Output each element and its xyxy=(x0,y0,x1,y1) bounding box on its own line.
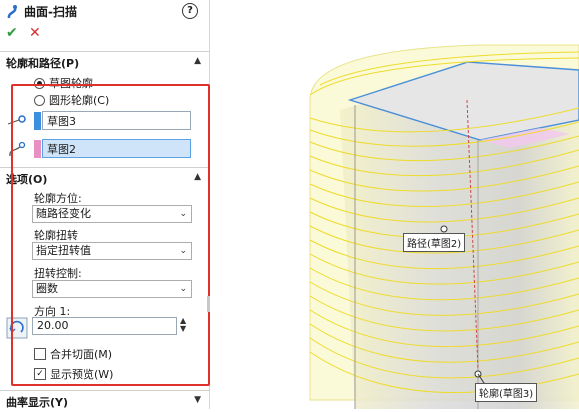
twist-control-dropdown[interactable]: 圈数 ⌄ xyxy=(32,280,192,298)
chevron-down-icon[interactable]: ⌄ xyxy=(179,281,187,297)
profile-callout-label[interactable]: 轮廓(草图3) xyxy=(475,383,538,402)
separator xyxy=(0,390,209,391)
checkbox-box[interactable] xyxy=(34,348,46,360)
section-header-options[interactable]: 选项(O) ▲ xyxy=(0,169,209,189)
chevron-down-icon[interactable]: ⌄ xyxy=(179,206,187,222)
spinner-down-icon[interactable]: ▼ xyxy=(180,325,186,333)
graphics-viewport[interactable]: 路径(草图2) 轮廓(草图3) xyxy=(210,0,579,409)
dropdown-value: 圈数 xyxy=(36,282,58,295)
radio-dot[interactable] xyxy=(34,77,45,89)
dropdown-value: 随路径变化 xyxy=(36,207,91,220)
radio-dot[interactable] xyxy=(34,94,45,106)
path-callout-label[interactable]: 路径(草图2) xyxy=(403,233,466,252)
merge-faces-checkbox[interactable]: 合并切面(M) xyxy=(34,346,112,362)
section-header-curvature[interactable]: 曲率显示(Y) ▼ xyxy=(0,392,209,412)
path-selection-field[interactable]: 草图2 xyxy=(42,139,191,158)
chevron-up-icon[interactable]: ▲ xyxy=(194,172,201,182)
section-title: 选项(O) xyxy=(6,173,48,186)
direction-value-field[interactable]: 20.00 xyxy=(32,317,177,335)
help-icon[interactable]: ? xyxy=(182,3,198,19)
sketch-profile-radio[interactable]: 草图轮廓 xyxy=(34,75,93,91)
checkbox-label: 显示预览(W) xyxy=(50,368,114,381)
circular-profile-radio[interactable]: 圆形轮廓(C) xyxy=(34,92,109,108)
ok-button[interactable]: ✔ xyxy=(6,25,18,41)
twist-dropdown[interactable]: 指定扭转值 ⌄ xyxy=(32,242,192,260)
radio-label: 草图轮廓 xyxy=(49,77,93,90)
path-selector-icon xyxy=(9,141,26,157)
section-header-profile-path[interactable]: 轮廓和路径(P) ▲ xyxy=(0,53,209,73)
path-color-swatch xyxy=(34,140,41,158)
profile-selection-field[interactable]: 草图3 xyxy=(42,111,191,130)
chevron-up-icon[interactable]: ▲ xyxy=(194,56,201,66)
profile-color-swatch xyxy=(34,112,41,130)
chevron-down-icon[interactable]: ▼ xyxy=(194,395,201,405)
checkbox-label: 合并切面(M) xyxy=(50,348,113,361)
property-manager-panel: 曲面-扫描 ? ✔ ✕ 轮廓和路径(P) ▲ 草图轮廓 圆形轮廓(C) 草图3 … xyxy=(0,0,210,409)
radio-label: 圆形轮廓(C) xyxy=(49,94,110,107)
show-preview-checkbox[interactable]: ✓ 显示预览(W) xyxy=(34,366,113,382)
feature-title-text: 曲面-扫描 xyxy=(24,5,77,19)
sweep-preview-graphic xyxy=(309,44,579,409)
profile-selector-icon xyxy=(7,115,26,125)
sweep-surface-icon xyxy=(7,4,17,18)
dropdown-value: 指定扭转值 xyxy=(36,244,91,257)
orientation-dropdown[interactable]: 随路径变化 ⌄ xyxy=(32,205,192,223)
cancel-button[interactable]: ✕ xyxy=(29,25,41,41)
path-point-marker[interactable] xyxy=(440,225,448,233)
section-title: 轮廓和路径(P) xyxy=(6,57,80,70)
section-title: 曲率显示(Y) xyxy=(6,396,69,409)
value-spinner[interactable]: ▲ ▼ xyxy=(180,317,186,333)
reverse-direction-icon[interactable] xyxy=(6,317,28,339)
separator xyxy=(0,167,209,168)
orientation-label: 轮廓方位: xyxy=(34,192,82,205)
feature-title: 曲面-扫描 xyxy=(6,3,77,20)
checkbox-box[interactable]: ✓ xyxy=(34,368,46,380)
chevron-down-icon[interactable]: ⌄ xyxy=(179,243,187,259)
twist-label: 轮廓扭转 xyxy=(34,229,78,242)
separator xyxy=(0,51,209,52)
twist-control-label: 扭转控制: xyxy=(34,267,82,280)
